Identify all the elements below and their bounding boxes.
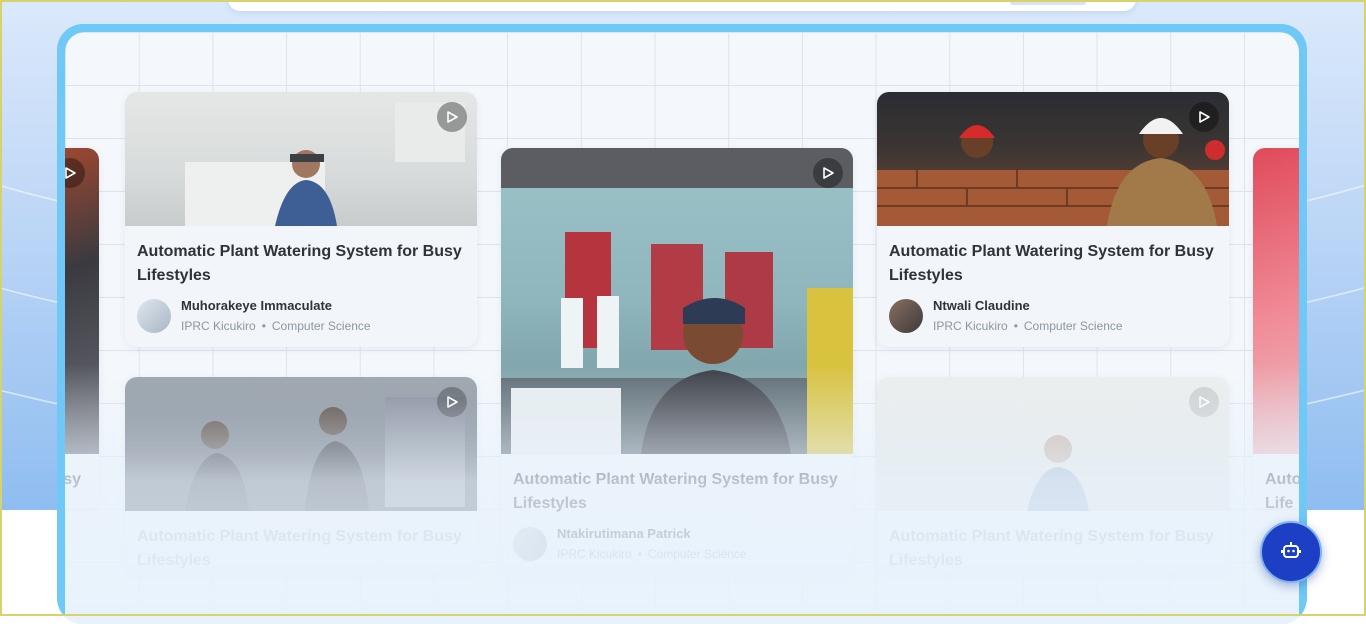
author-meta: IPRC Kicukiro • Computer Science	[181, 319, 371, 333]
play-icon[interactable]	[437, 387, 467, 417]
project-card[interactable]: Automatic Plant Watering System for Busy…	[125, 377, 477, 573]
play-icon[interactable]	[65, 158, 85, 188]
showcase-grid: sy Automatic Plant Watering System for B…	[65, 32, 1299, 624]
author-school: IPRC Kicukiro	[557, 547, 632, 561]
play-icon[interactable]	[1189, 387, 1219, 417]
avatar	[513, 526, 547, 561]
project-author: Ntakirutimana Patrick IPRC Kicukiro • Comp…	[513, 526, 841, 561]
project-photo	[877, 377, 1229, 511]
project-author: Muhorakeye Immaculate IPRC Kicukiro • Comp…	[137, 298, 465, 333]
project-card-featured[interactable]: Automatic Plant Watering System for Busy…	[501, 148, 853, 575]
project-title: Automatic Plant Watering System for Busy…	[137, 528, 462, 569]
avatar	[889, 298, 923, 333]
project-photo	[125, 377, 477, 511]
author-department: Computer Science	[1023, 319, 1123, 333]
project-title: sy	[65, 471, 81, 488]
project-card[interactable]: Automatic Plant Watering System for Busy…	[877, 377, 1229, 573]
project-title: Automatic Plant Watering System for Busy…	[137, 243, 462, 284]
play-icon[interactable]	[437, 102, 467, 132]
search-bar[interactable]	[228, 0, 1136, 11]
play-icon[interactable]	[813, 158, 843, 188]
project-card[interactable]: Automatic Plant Watering System for Busy…	[125, 92, 477, 347]
project-card-edge-right[interactable]: Auto Life	[1253, 148, 1299, 508]
author-meta: IPRC Kicukiro • Computer Science	[557, 547, 747, 561]
meta-separator: •	[1013, 319, 1018, 333]
author-department: Computer Science	[271, 319, 371, 333]
project-photo	[1253, 148, 1299, 454]
project-photo	[501, 148, 853, 454]
author-school: IPRC Kicukiro	[181, 319, 256, 333]
play-icon[interactable]	[1189, 102, 1219, 132]
project-photo	[877, 92, 1229, 226]
project-showcase: sy Automatic Plant Watering System for B…	[57, 24, 1307, 624]
author-department: Computer Science	[647, 547, 747, 561]
project-title: Automatic Plant Watering System for Busy…	[513, 471, 838, 512]
project-photo	[65, 148, 99, 454]
project-author: Ntwali Claudine IPRC Kicukiro • Computer S…	[889, 298, 1217, 333]
project-title: Automatic Plant Watering System for Busy…	[889, 528, 1214, 569]
author-name: Ntakirutimana Patrick	[557, 526, 691, 541]
avatar	[137, 298, 171, 333]
project-title: Auto Life	[1265, 471, 1299, 508]
author-name: Muhorakeye Immaculate	[181, 298, 333, 313]
search-button[interactable]	[1010, 0, 1086, 5]
project-photo	[125, 92, 477, 226]
meta-separator: •	[261, 319, 266, 333]
robot-icon	[1280, 539, 1302, 566]
project-card[interactable]: Automatic Plant Watering System for Busy…	[877, 92, 1229, 347]
chatbot-button[interactable]	[1260, 521, 1322, 583]
meta-separator: •	[637, 547, 642, 561]
project-title: Automatic Plant Watering System for Busy…	[889, 243, 1214, 284]
author-name: Ntwali Claudine	[933, 298, 1030, 313]
author-school: IPRC Kicukiro	[933, 319, 1008, 333]
project-card-edge-left[interactable]: sy	[65, 148, 99, 508]
author-meta: IPRC Kicukiro • Computer Science	[933, 319, 1123, 333]
